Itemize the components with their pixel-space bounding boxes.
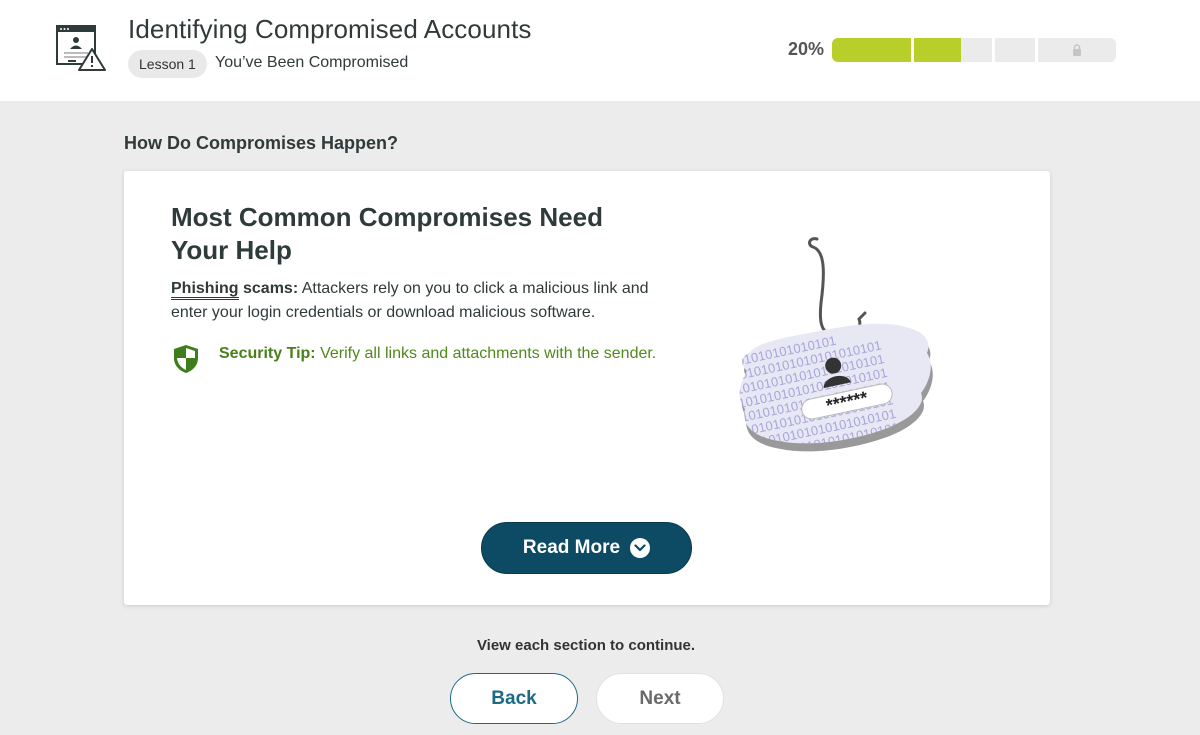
content-card: Most Common Compromises Need Your Help P… bbox=[124, 171, 1050, 605]
progress-segment-1 bbox=[832, 38, 911, 62]
progress-segment-4 bbox=[1038, 38, 1116, 62]
card-heading: Most Common Compromises Need Your Help bbox=[171, 202, 603, 265]
read-more-button[interactable]: Read More bbox=[481, 522, 692, 574]
security-tip: Security Tip: Verify all links and attac… bbox=[219, 342, 659, 366]
phishing-hook-credentials-illustration: 0101010101010101 0101010101010101010101 … bbox=[740, 237, 933, 452]
continue-note: View each section to continue. bbox=[476, 637, 696, 654]
read-more-label: Read More bbox=[522, 537, 621, 558]
next-button[interactable]: Next bbox=[596, 673, 724, 724]
card-body: Phishing scams: Attackers rely on you to… bbox=[171, 277, 661, 325]
security-tip-label: Security Tip: bbox=[219, 345, 316, 362]
progress-segment-fill bbox=[913, 38, 961, 62]
progress-segment-3 bbox=[995, 38, 1036, 62]
lesson-badge: Lesson 1 bbox=[128, 50, 207, 78]
term-suffix: scams: bbox=[238, 280, 299, 297]
security-tip-text: Verify all links and attachments with th… bbox=[315, 345, 657, 362]
lock-icon bbox=[1073, 44, 1082, 56]
glossary-term-phishing[interactable]: Phishing bbox=[171, 280, 239, 300]
browser-warning-icon bbox=[56, 25, 106, 71]
chevron-down-circle-icon bbox=[630, 538, 651, 558]
progress-percent: 20% bbox=[788, 39, 825, 59]
shield-icon bbox=[174, 345, 198, 373]
course-title: Identifying Compromised Accounts bbox=[128, 14, 532, 44]
lesson-name: You’ve Been Compromised bbox=[215, 54, 409, 71]
course-header: Identifying Compromised Accounts Lesson … bbox=[0, 0, 1200, 101]
back-button[interactable]: Back bbox=[450, 673, 578, 724]
section-title: How Do Compromises Happen? bbox=[124, 133, 399, 153]
progress-segment-2 bbox=[913, 38, 993, 62]
progress-segment-fill bbox=[832, 38, 911, 62]
progress-bar bbox=[832, 38, 1116, 62]
